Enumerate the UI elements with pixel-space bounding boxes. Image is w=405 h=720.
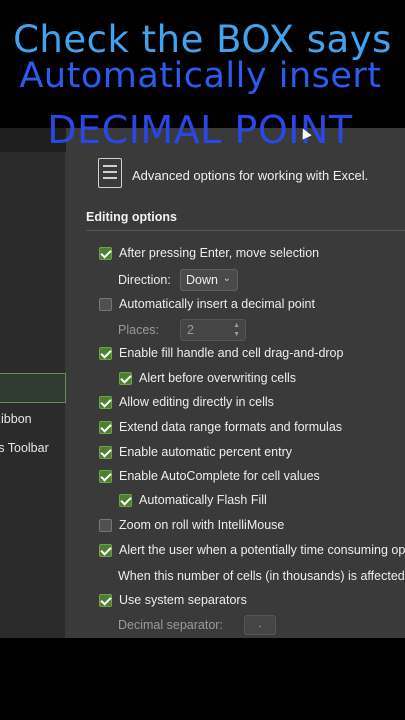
decimal-separator-label: Decimal separator: — [118, 618, 223, 632]
option-alert-time-consuming[interactable]: Alert the user when a potentially time c… — [99, 540, 405, 560]
sidebar-item-quick-access-toolbar[interactable]: ss Toolbar — [0, 433, 66, 463]
checkbox-unchecked-icon[interactable] — [99, 297, 112, 311]
option-flash-fill[interactable]: Automatically Flash Fill — [119, 490, 267, 510]
direction-label: Direction: — [118, 273, 171, 287]
overlay-caption-line3: DECIMAL POINT — [47, 108, 353, 152]
section-title-editing-options: Editing options — [86, 210, 177, 224]
checkbox-checked-icon[interactable] — [99, 395, 112, 409]
panel-header: Advanced options for working with Excel. — [132, 168, 369, 183]
checkbox-unchecked-icon[interactable] — [99, 518, 112, 532]
option-extend-formats[interactable]: Extend data range formats and formulas — [99, 417, 342, 437]
checkbox-checked-icon[interactable] — [99, 346, 112, 360]
places-spinner[interactable]: 2 ▲ ▼ — [180, 319, 246, 341]
sidebar-item-y[interactable]: y — [0, 343, 66, 373]
option-fill-handle[interactable]: Enable fill handle and cell drag-and-dro… — [99, 343, 343, 363]
option-alert-overwrite[interactable]: Alert before overwriting cells — [119, 368, 296, 388]
section-divider — [86, 230, 405, 231]
places-label: Places: — [118, 323, 159, 337]
spinner-arrows-icon[interactable]: ▲ ▼ — [233, 321, 240, 339]
option-autocomplete[interactable]: Enable AutoComplete for cell values — [99, 466, 320, 486]
option-allow-editing[interactable]: Allow editing directly in cells — [99, 392, 274, 412]
option-after-enter-move[interactable]: After pressing Enter, move selection — [99, 243, 319, 263]
checkbox-checked-icon[interactable] — [99, 469, 112, 483]
checkbox-checked-icon[interactable] — [119, 493, 132, 507]
checkbox-checked-icon[interactable] — [99, 543, 112, 557]
chevron-down-icon: ⌄ — [222, 273, 231, 284]
cells-affected-label: When this number of cells (in thousands)… — [118, 569, 405, 583]
checkbox-checked-icon[interactable] — [119, 371, 132, 385]
option-zoom-roll[interactable]: Zoom on roll with IntelliMouse — [99, 515, 284, 535]
checkbox-checked-icon[interactable] — [99, 420, 112, 434]
checkbox-checked-icon[interactable] — [99, 445, 112, 459]
option-system-separators[interactable]: Use system separators — [99, 590, 247, 610]
checkbox-checked-icon[interactable] — [99, 246, 112, 260]
option-auto-insert-decimal[interactable]: Automatically insert a decimal point — [99, 294, 315, 314]
overlay-caption-line1: Check the BOX says — [13, 18, 392, 61]
sidebar-item-customize-ribbon[interactable]: Ribbon — [0, 404, 66, 434]
option-auto-percent[interactable]: Enable automatic percent entry — [99, 442, 292, 462]
checkbox-checked-icon[interactable] — [99, 593, 112, 607]
sidebar-item-r[interactable]: r — [0, 491, 66, 521]
options-sidebar: y Ribbon ss Toolbar r — [0, 152, 66, 638]
excel-options-window: y Ribbon ss Toolbar r Advanced options f… — [0, 128, 405, 638]
advanced-options-panel: Advanced options for working with Excel.… — [66, 128, 405, 638]
overlay-caption-line2: Automatically insert — [19, 56, 382, 96]
sidebar-item-advanced[interactable] — [0, 373, 66, 403]
decimal-separator-input[interactable]: . — [244, 615, 276, 635]
direction-dropdown[interactable]: Down ⌄ — [180, 269, 238, 291]
options-page-icon — [98, 158, 122, 188]
